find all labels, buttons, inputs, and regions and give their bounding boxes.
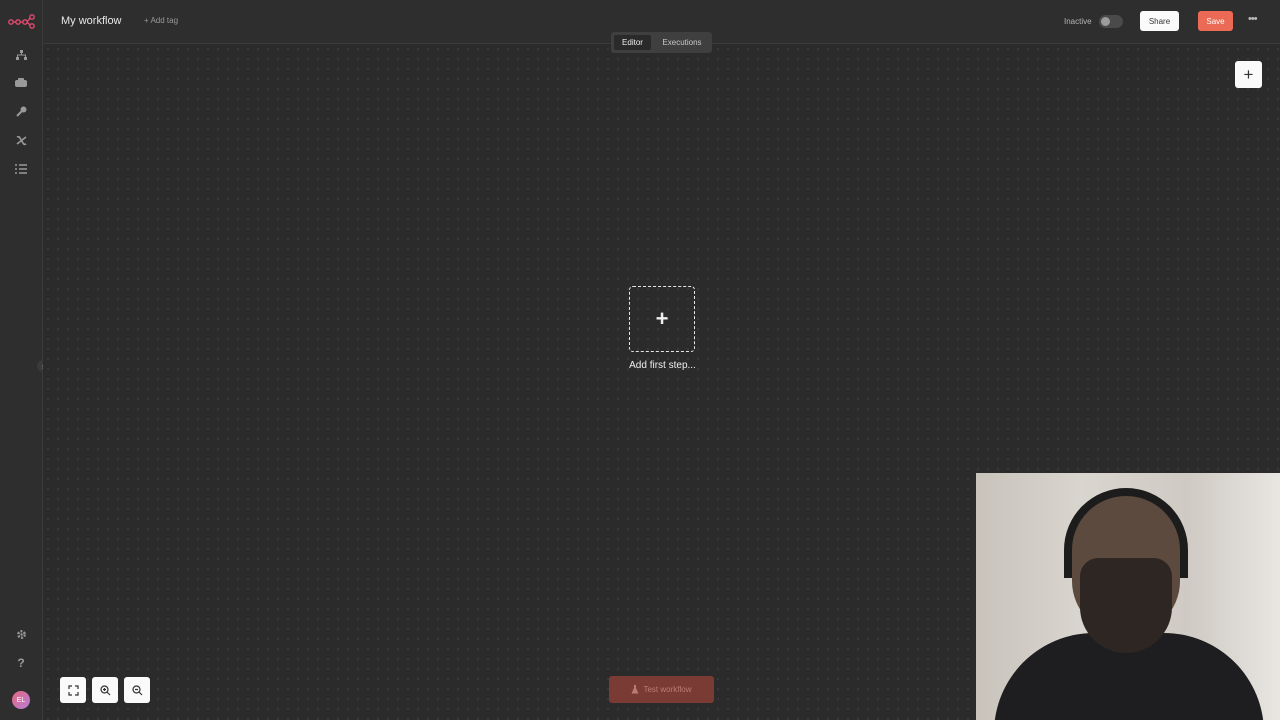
- n8n-logo-icon[interactable]: [8, 12, 35, 30]
- zoom-in-button[interactable]: [92, 677, 118, 703]
- settings-icon[interactable]: [11, 624, 31, 644]
- zoom-in-icon: [99, 684, 110, 695]
- add-first-step-button[interactable]: +: [629, 286, 695, 352]
- tab-editor[interactable]: Editor: [614, 35, 651, 50]
- toggle-knob: [1101, 17, 1110, 26]
- save-button[interactable]: Save: [1198, 11, 1233, 31]
- add-first-step-label: Add first step...: [629, 360, 696, 371]
- executions-list-icon[interactable]: [11, 159, 31, 179]
- avatar[interactable]: EL: [12, 691, 30, 709]
- zoom-out-icon: [131, 684, 142, 695]
- zoom-to-fit-button[interactable]: [60, 677, 86, 703]
- tab-executions[interactable]: Executions: [655, 35, 709, 50]
- flask-icon: [631, 685, 639, 694]
- share-button[interactable]: Share: [1140, 11, 1179, 31]
- test-workflow-label: Test workflow: [643, 685, 692, 694]
- sidebar: ? EL: [0, 0, 43, 720]
- add-tag-link[interactable]: + Add tag: [144, 16, 178, 25]
- templates-icon[interactable]: [11, 73, 31, 93]
- help-icon[interactable]: ?: [11, 653, 31, 673]
- webcam-headphones: [1064, 488, 1188, 578]
- avatar-initials: EL: [16, 696, 26, 704]
- variables-icon[interactable]: [11, 130, 31, 150]
- open-nodes-panel-button[interactable]: +: [1235, 61, 1262, 88]
- webcam-overlay: [976, 473, 1280, 720]
- view-tab-switch: Editor Executions: [611, 32, 712, 53]
- workflows-icon[interactable]: [11, 45, 31, 65]
- plus-icon: +: [655, 306, 669, 331]
- test-workflow-button[interactable]: Test workflow: [609, 676, 714, 703]
- credentials-icon[interactable]: [11, 101, 31, 121]
- zoom-out-button[interactable]: [124, 677, 150, 703]
- fit-view-icon: [67, 684, 79, 696]
- active-status-label: Inactive: [1064, 17, 1092, 26]
- workflow-name[interactable]: My workflow: [61, 15, 122, 27]
- active-toggle[interactable]: [1099, 15, 1123, 28]
- more-horizontal-icon[interactable]: •••: [1248, 13, 1258, 25]
- plus-icon: +: [1243, 64, 1254, 84]
